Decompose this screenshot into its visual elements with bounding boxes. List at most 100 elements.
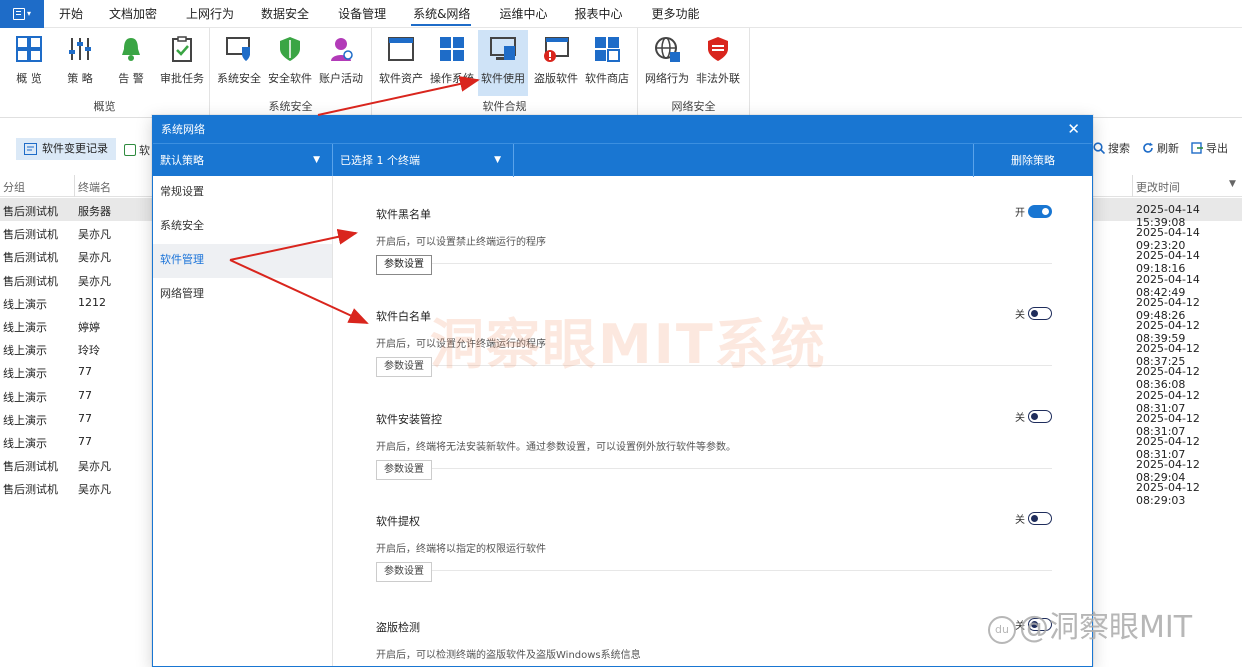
menu-device-management[interactable]: 设备管理: [322, 0, 399, 28]
illegal-connection-icon: [708, 37, 728, 61]
software-secondary-button[interactable]: 软: [124, 142, 150, 158]
search-button[interactable]: 搜索: [1093, 140, 1130, 156]
ribbon-group-label: 网络安全: [671, 100, 716, 113]
software-store-label: 软件商店: [585, 72, 629, 85]
alert-label: 告 警: [118, 72, 144, 85]
sidebar-item-system-security[interactable]: 系统安全: [153, 210, 332, 244]
ribbon-group-software-compliance: 软件资产 操作系统 软件使用 盗版软件 软件商店 软件合规: [372, 28, 638, 118]
alert-button[interactable]: 告 警: [106, 30, 156, 96]
system-network-dialog: 系统网络 ✕ 默认策略 ▼ 已选择 1 个终端 ▼ 删除策略 常规设置 系统安全…: [152, 115, 1093, 667]
policy-dropdown[interactable]: 默认策略 ▼: [153, 144, 333, 177]
ribbon-group-overview: 概 览 策 略 告 警 审批任务 概览: [0, 28, 210, 118]
close-icon[interactable]: ✕: [1067, 116, 1080, 143]
software-usage-button[interactable]: 软件使用: [478, 30, 528, 96]
software-store-icon: [595, 37, 620, 62]
privilege-toggle[interactable]: [1028, 512, 1052, 525]
setting-name: 软件提权: [376, 515, 420, 528]
toggle-state-label: 关: [1015, 310, 1025, 321]
export-icon: [1191, 142, 1203, 154]
setting-piracy-detection: 盗版检测 关 开启后，可以检测终端的盗版软件及盗版Windows系统信息: [376, 575, 1052, 666]
menu-report-center[interactable]: 报表中心: [560, 0, 635, 28]
app-menu-icon: [12, 7, 25, 20]
security-software-button[interactable]: 安全软件: [265, 30, 315, 96]
approval-task-button[interactable]: 审批任务: [157, 30, 207, 96]
menu-system-network[interactable]: 系统&网络: [399, 0, 483, 28]
cell-terminal: 77: [78, 435, 92, 448]
setting-description: 开启后，可以检测终端的盗版软件及盗版Windows系统信息: [376, 650, 641, 661]
refresh-button[interactable]: 刷新: [1142, 140, 1179, 156]
du-logo-icon: du: [988, 616, 1016, 644]
operating-system-button[interactable]: 操作系统: [427, 30, 477, 96]
setting-software-privilege: 软件提权 关 开启后，终端将以指定的权限运行软件 参数设置: [376, 469, 1052, 582]
cell-terminal: 77: [78, 365, 92, 379]
pirated-software-label: 盗版软件: [534, 72, 578, 85]
menu-data-security[interactable]: 数据安全: [247, 0, 322, 28]
menu-start[interactable]: 开始: [46, 0, 96, 28]
cell-terminal: 吴亦凡: [78, 483, 111, 497]
software-assets-button[interactable]: 软件资产: [376, 30, 426, 96]
cell-group: 售后测试机: [3, 483, 58, 497]
software-assets-icon: [388, 37, 414, 61]
terminal-selector-dropdown[interactable]: 已选择 1 个终端 ▼: [333, 144, 514, 177]
cell-terminal: 77: [78, 411, 92, 425]
software-change-log-button[interactable]: 软件变更记录: [16, 138, 116, 160]
menu-web-behavior[interactable]: 上网行为: [170, 0, 247, 28]
setting-description: 开启后，终端将以指定的权限运行软件: [376, 544, 546, 555]
install-control-toggle[interactable]: [1028, 410, 1052, 423]
software-secondary-label: 软: [139, 144, 150, 157]
sidebar-item-network-management[interactable]: 网络管理: [153, 278, 332, 312]
pirated-software-icon: [544, 37, 569, 62]
cell-terminal: 吴亦凡: [78, 460, 111, 474]
chevron-down-icon: ▾: [26, 9, 31, 18]
sidebar-item-general[interactable]: 常规设置: [153, 176, 332, 210]
cell-time: 2025-04-12 08:29:03: [1136, 481, 1200, 508]
sort-desc-icon[interactable]: ▼: [1229, 179, 1236, 189]
cell-group: 售后测试机: [3, 460, 58, 474]
security-software-icon: [280, 37, 300, 61]
system-security-icon: [226, 37, 250, 61]
cell-terminal: 吴亦凡: [78, 251, 111, 265]
sidebar-item-software-management[interactable]: 软件管理: [153, 244, 332, 278]
column-terminal-header[interactable]: 终端名: [78, 179, 111, 195]
menu-more-features[interactable]: 更多功能: [635, 0, 712, 28]
software-assets-label: 软件资产: [379, 72, 423, 85]
app-menu-button[interactable]: ▾: [0, 0, 44, 28]
menu-doc-encryption[interactable]: 文档加密: [96, 0, 170, 28]
cell-terminal: 77: [78, 388, 92, 402]
setting-software-blacklist: 软件黑名单 开 开启后，可以设置禁止终端运行的程序 参数设置: [376, 176, 1052, 275]
overview-button[interactable]: 概 览: [4, 30, 54, 96]
delete-policy-label: 删除策略: [1011, 154, 1055, 167]
overview-grid-icon: [16, 36, 42, 62]
menu-ops-center[interactable]: 运维中心: [483, 0, 560, 28]
software-store-button[interactable]: 软件商店: [582, 30, 632, 96]
export-button[interactable]: 导出: [1191, 140, 1228, 156]
setting-description: 开启后，可以设置禁止终端运行的程序: [376, 237, 546, 248]
column-changed-time-header[interactable]: 更改时间: [1136, 179, 1180, 195]
whitelist-toggle[interactable]: [1028, 307, 1052, 320]
account-activity-button[interactable]: 账户活动: [316, 30, 366, 96]
delete-policy-button[interactable]: 删除策略: [973, 144, 1092, 177]
account-activity-icon: [331, 38, 353, 61]
approval-task-label: 审批任务: [160, 72, 204, 85]
network-behavior-button[interactable]: 网络行为: [642, 30, 692, 96]
pirated-software-button[interactable]: 盗版软件: [531, 30, 581, 96]
setting-name: 盗版检测: [376, 621, 420, 634]
policy-button[interactable]: 策 略: [55, 30, 105, 96]
policy-value: 默认策略: [160, 154, 204, 167]
system-security-button[interactable]: 系统安全: [214, 30, 264, 96]
cell-group: 售后测试机: [3, 228, 58, 242]
illegal-connection-label: 非法外联: [696, 72, 740, 85]
column-group-header[interactable]: 分组: [3, 179, 25, 195]
toggle-control: 开: [1015, 204, 1052, 219]
dialog-policy-bar: 默认策略 ▼ 已选择 1 个终端 ▼ 删除策略: [153, 143, 1092, 177]
blacklist-toggle[interactable]: [1028, 205, 1052, 218]
cell-group: 线上演示: [3, 437, 47, 450]
chevron-down-icon: ▼: [313, 155, 320, 165]
ribbon-group-network-security: 网络行为 非法外联 网络安全: [638, 28, 750, 118]
illegal-connection-button[interactable]: 非法外联: [693, 30, 743, 96]
dialog-content: 软件黑名单 开 开启后，可以设置禁止终端运行的程序 参数设置 软件白名单 关 开…: [334, 176, 1092, 666]
network-behavior-icon: [655, 37, 680, 62]
cell-terminal: 玲玲: [78, 344, 100, 358]
setting-name: 软件黑名单: [376, 208, 431, 221]
change-log-icon: [24, 143, 37, 155]
